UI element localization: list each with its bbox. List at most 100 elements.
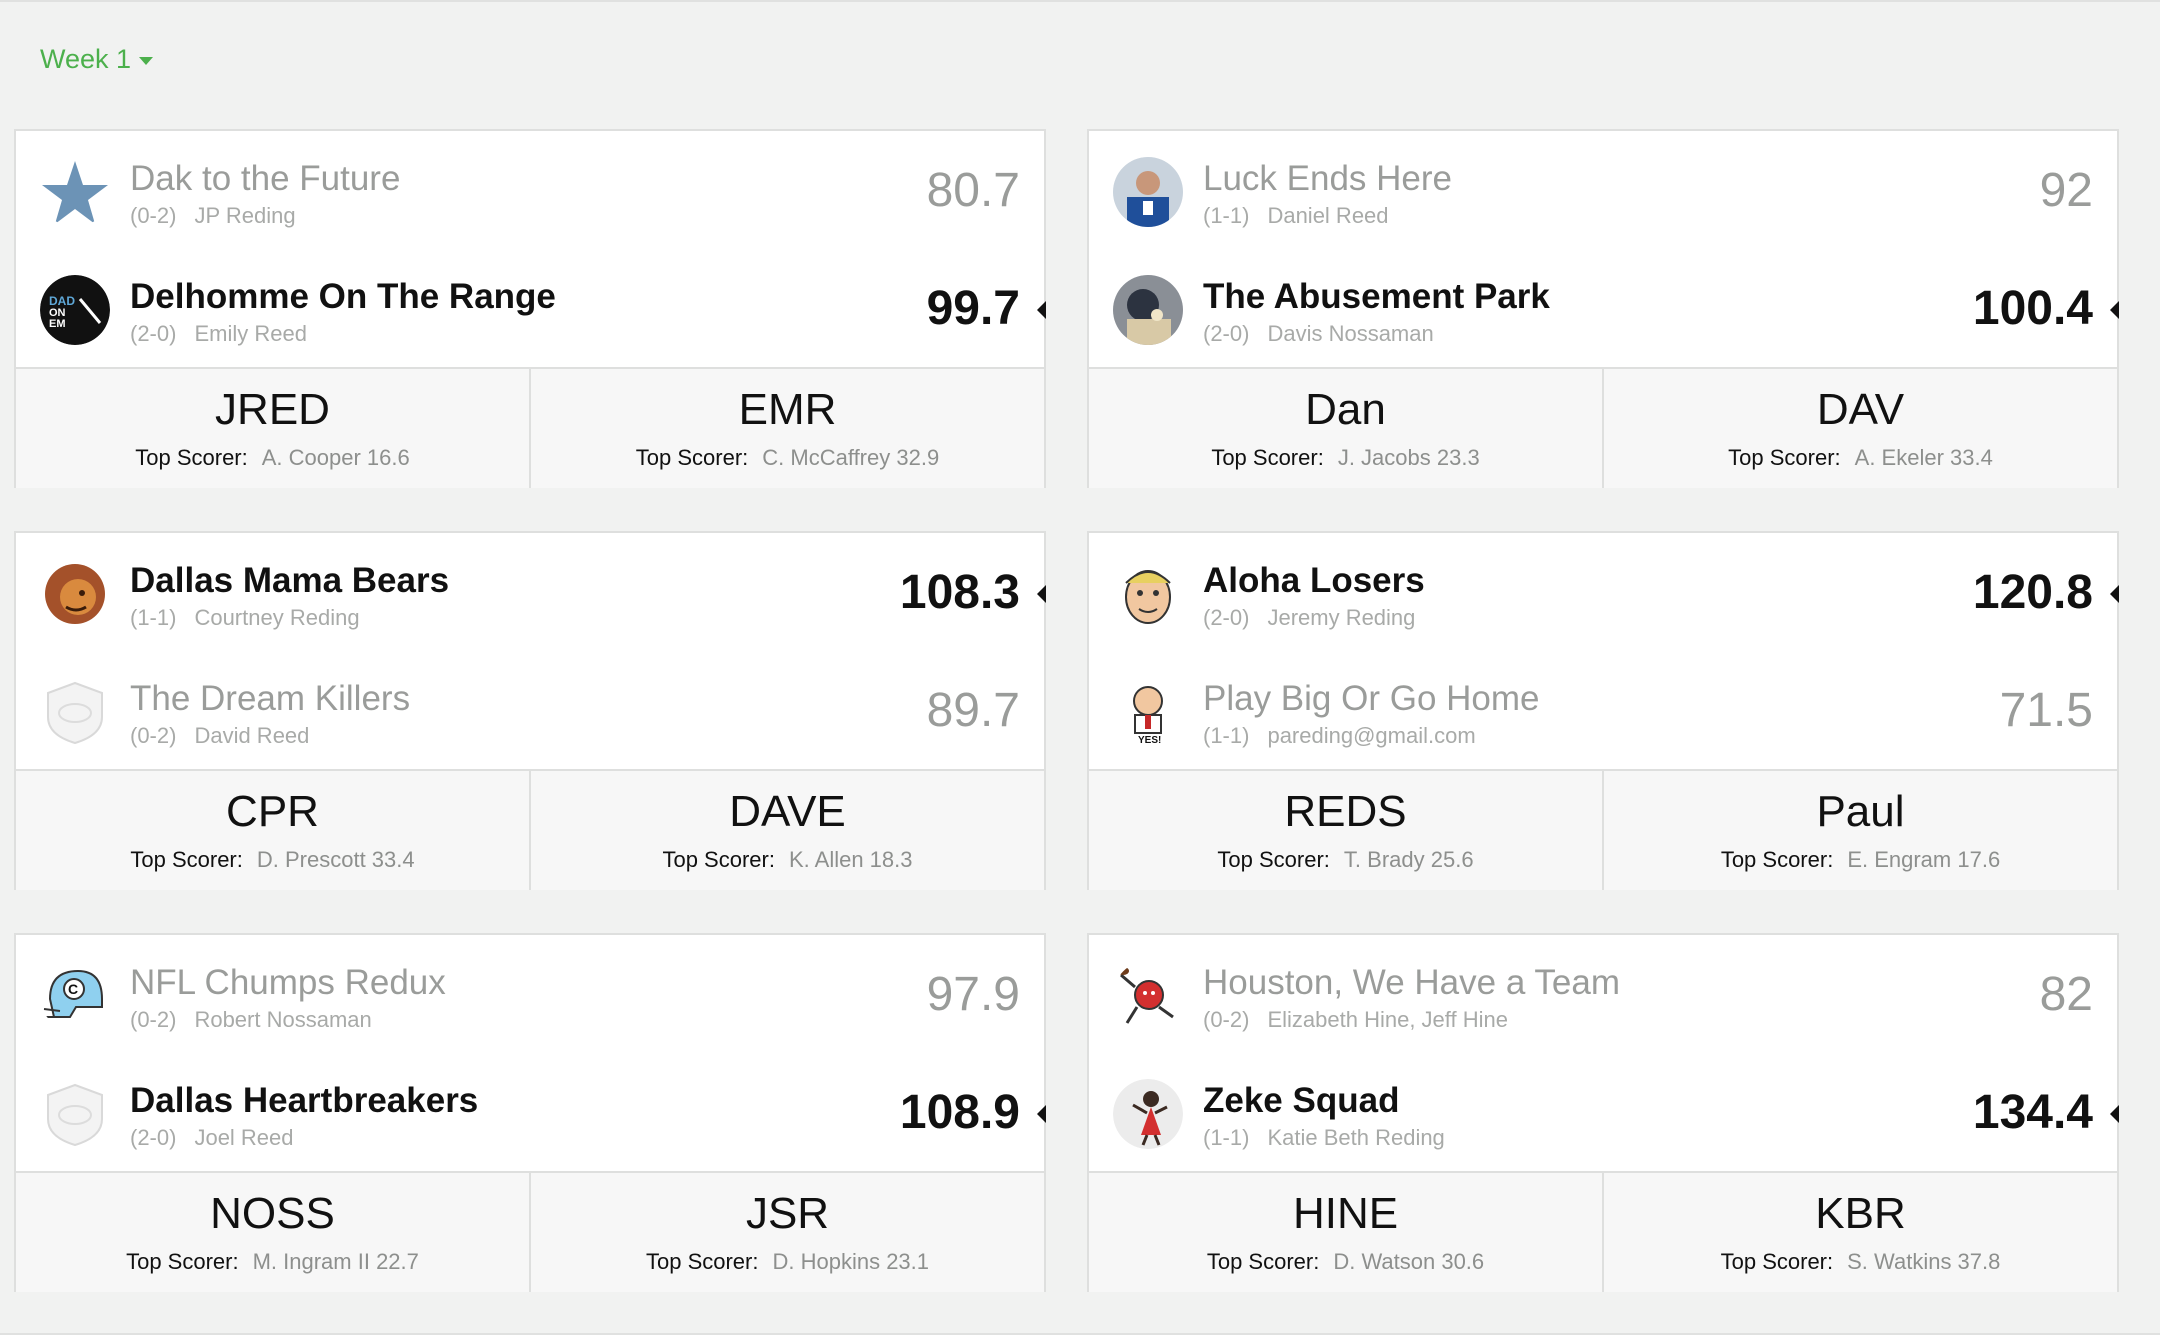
top-scorer-label: Top Scorer: xyxy=(1211,445,1324,470)
top-scorer-value: D. Watson 30.6 xyxy=(1333,1249,1485,1274)
team-summary[interactable]: KBR Top Scorer: S. Watkins 37.8 xyxy=(1602,1173,2117,1292)
team-name[interactable]: NFL Chumps Redux xyxy=(130,963,446,1003)
top-scorer-value: D. Hopkins 23.1 xyxy=(772,1249,930,1274)
team-abbr: JRED xyxy=(215,385,330,434)
matchup-card[interactable]: Luck Ends Here (1-1) Daniel Reed 92 The A… xyxy=(1087,129,2119,488)
top-scorer-value: S. Watkins 37.8 xyxy=(1847,1249,2001,1274)
team-score: 89.7 xyxy=(926,684,1020,737)
team-abbr: EMR xyxy=(738,385,837,434)
top-scorer-label: Top Scorer: xyxy=(1720,847,1834,872)
cartoon-face-icon xyxy=(1113,559,1183,629)
matchup-footer: REDS Top Scorer: T. Brady 25.6 Paul Top S… xyxy=(1089,769,2117,890)
matchup-card[interactable]: Houston, We Have a Team (0-2) Elizabeth H… xyxy=(1087,933,2119,1292)
team-summary[interactable]: DAV Top Scorer: A. Ekeler 33.4 xyxy=(1602,369,2117,488)
team-summary[interactable]: HINE Top Scorer: D. Watson 30.6 xyxy=(1089,1173,1602,1292)
team-score: 80.7 xyxy=(926,164,1020,217)
top-scorer-label: Top Scorer: xyxy=(126,1249,239,1274)
team-score: 82 xyxy=(2039,968,2093,1021)
matchup-card[interactable]: Aloha Losers (2-0) Jeremy Reding 120.8 YE… xyxy=(1087,531,2119,890)
team-name[interactable]: Zeke Squad xyxy=(1203,1081,1399,1121)
team-owner: Courtney Reding xyxy=(194,605,360,630)
scoreboard-page: Week 1 Dak to the Future (0-2) JP Reding … xyxy=(0,0,2160,1335)
player-photo-icon xyxy=(1113,157,1183,227)
team-row[interactable]: C NFL Chumps Redux (0-2) Robert Nossaman … xyxy=(16,935,1044,1053)
week-label: Week 1 xyxy=(40,44,132,74)
team-name[interactable]: Dallas Heartbreakers xyxy=(130,1081,478,1121)
team-summary[interactable]: EMR Top Scorer: C. McCaffrey 32.9 xyxy=(529,369,1044,488)
top-scorer-value: E. Engram 17.6 xyxy=(1847,847,2001,872)
team-abbr: KBR xyxy=(1815,1189,1906,1238)
winner-arrow-icon xyxy=(1037,301,1046,319)
top-scorer-value: T. Brady 25.6 xyxy=(1343,847,1474,872)
team-summary[interactable]: Paul Top Scorer: E. Engram 17.6 xyxy=(1602,771,2117,890)
team-name[interactable]: Dallas Mama Bears xyxy=(130,561,449,601)
team-row[interactable]: YES! Play Big Or Go Home (1-1) pareding@g… xyxy=(1089,651,2117,769)
team-owner: Emily Reed xyxy=(194,321,307,346)
team-summary[interactable]: CPR Top Scorer: D. Prescott 33.4 xyxy=(16,771,529,890)
team-score: 92 xyxy=(2039,164,2093,217)
team-row[interactable]: DAD ON EM Delhomme On The Range (2-0) Emily… xyxy=(16,249,1046,367)
team-abbr: DAVE xyxy=(729,787,846,836)
matchup-footer: HINE Top Scorer: D. Watson 30.6 KBR Top S… xyxy=(1089,1171,2117,1292)
star-logo-icon xyxy=(40,157,110,227)
matchup-footer: CPR Top Scorer: D. Prescott 33.4 DAVE Top… xyxy=(16,769,1044,890)
team-record: (0-2) xyxy=(130,203,177,228)
caret-down-icon xyxy=(139,57,154,65)
team-score: 108.9 xyxy=(899,1086,1020,1139)
team-summary[interactable]: JSR Top Scorer: D. Hopkins 23.1 xyxy=(529,1173,1044,1292)
team-row[interactable]: The Dream Killers (0-2) David Reed 89.7 xyxy=(16,651,1044,769)
team-summary[interactable]: NOSS Top Scorer: M. Ingram II 22.7 xyxy=(16,1173,529,1292)
team-record: (2-0) xyxy=(130,321,177,346)
team-owner: Katie Beth Reding xyxy=(1267,1125,1445,1150)
top-scorer-label: Top Scorer: xyxy=(645,1249,759,1274)
default-shield-logo-icon xyxy=(40,1079,110,1149)
helmet-logo-icon: C xyxy=(40,961,110,1031)
team-owner: JP Reding xyxy=(194,203,296,228)
top-scorer-value: A. Ekeler 33.4 xyxy=(1854,445,1993,470)
team-summary[interactable]: DAVE Top Scorer: K. Allen 18.3 xyxy=(529,771,1044,890)
team-row[interactable]: Dallas Heartbreakers (2-0) Joel Reed 108.… xyxy=(16,1053,1046,1171)
player-photo-icon xyxy=(1113,275,1183,345)
team-row[interactable]: Dallas Mama Bears (1-1) Courtney Reding 1… xyxy=(16,533,1046,651)
team-row[interactable]: Dak to the Future (0-2) JP Reding 80.7 xyxy=(16,131,1044,249)
top-scorer-value: M. Ingram II 22.7 xyxy=(252,1249,419,1274)
top-scorer-value: J. Jacobs 23.3 xyxy=(1337,445,1480,470)
winner-arrow-icon xyxy=(1037,585,1046,603)
team-row[interactable]: The Abusement Park (2-0) Davis Nossaman 1… xyxy=(1089,249,2119,367)
team-row[interactable]: Zeke Squad (1-1) Katie Beth Reding 134.4 xyxy=(1089,1053,2119,1171)
team-owner: Daniel Reed xyxy=(1267,203,1389,228)
team-name[interactable]: Delhomme On The Range xyxy=(130,277,556,317)
matchup-card[interactable]: C NFL Chumps Redux (0-2) Robert Nossaman … xyxy=(14,933,1046,1292)
team-record: (1-1) xyxy=(130,605,177,630)
top-scorer-label: Top Scorer: xyxy=(135,445,248,470)
top-scorer-value: C. McCaffrey 32.9 xyxy=(762,445,940,470)
team-score: 100.4 xyxy=(1972,282,2093,335)
winner-arrow-icon xyxy=(2110,301,2119,319)
team-name[interactable]: The Abusement Park xyxy=(1203,277,1550,317)
lion-logo-icon xyxy=(40,559,110,629)
team-abbr: CPR xyxy=(226,787,319,836)
matchup-card[interactable]: Dak to the Future (0-2) JP Reding 80.7 DA… xyxy=(14,129,1046,488)
team-record: (2-0) xyxy=(1203,321,1250,346)
team-row[interactable]: Aloha Losers (2-0) Jeremy Reding 120.8 xyxy=(1089,533,2119,651)
team-summary[interactable]: JRED Top Scorer: A. Cooper 16.6 xyxy=(16,369,529,488)
team-owner: Elizabeth Hine, Jeff Hine xyxy=(1267,1007,1508,1032)
top-scorer-label: Top Scorer: xyxy=(1728,445,1841,470)
team-name[interactable]: Play Big Or Go Home xyxy=(1203,679,1540,719)
team-record: (1-1) xyxy=(1203,1125,1250,1150)
team-summary[interactable]: Dan Top Scorer: J. Jacobs 23.3 xyxy=(1089,369,1602,488)
winner-arrow-icon xyxy=(2110,1105,2119,1123)
team-name[interactable]: The Dream Killers xyxy=(130,679,410,719)
team-row[interactable]: Houston, We Have a Team (0-2) Elizabeth H… xyxy=(1089,935,2117,1053)
week-dropdown[interactable]: Week 1 xyxy=(40,44,154,75)
team-summary[interactable]: REDS Top Scorer: T. Brady 25.6 xyxy=(1089,771,1602,890)
cartoon-dancer-icon xyxy=(1113,1079,1183,1149)
matchup-card[interactable]: Dallas Mama Bears (1-1) Courtney Reding 1… xyxy=(14,531,1046,890)
team-name[interactable]: Dak to the Future xyxy=(130,159,400,199)
team-name[interactable]: Aloha Losers xyxy=(1203,561,1425,601)
team-record: (2-0) xyxy=(130,1125,177,1150)
team-name[interactable]: Houston, We Have a Team xyxy=(1203,963,1620,1003)
team-record: (1-1) xyxy=(1203,723,1250,748)
team-row[interactable]: Luck Ends Here (1-1) Daniel Reed 92 xyxy=(1089,131,2117,249)
team-name[interactable]: Luck Ends Here xyxy=(1203,159,1452,199)
